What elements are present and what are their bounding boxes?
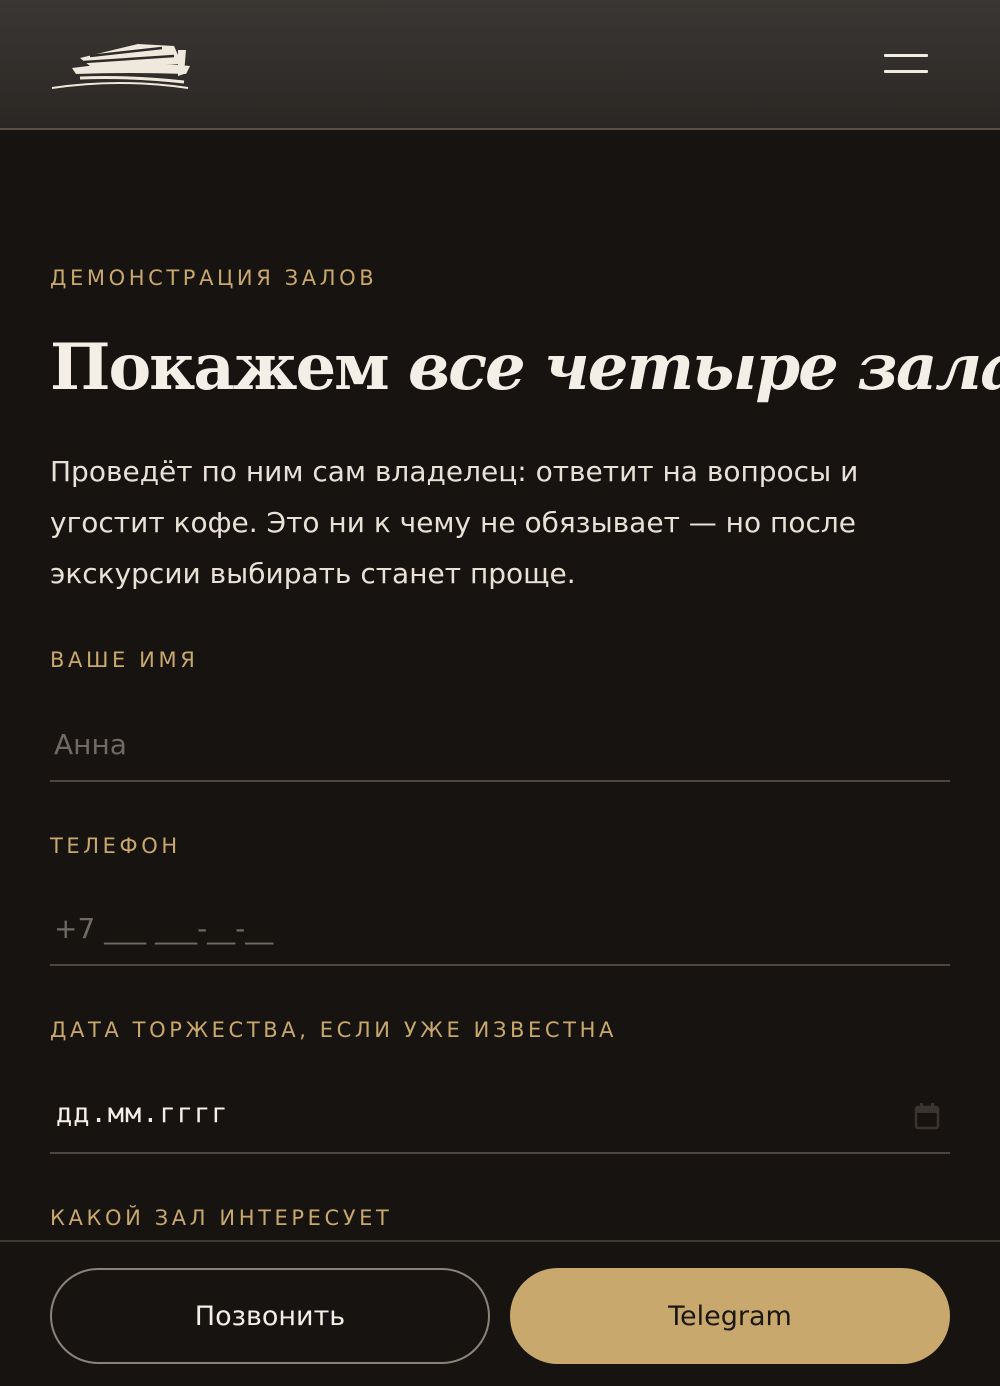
calendar-icon[interactable] (914, 1102, 940, 1130)
phone-label: ТЕЛЕФОН (50, 834, 181, 858)
call-button-label: Позвонить (194, 1300, 346, 1332)
title-italic: все четыре зала (408, 330, 1000, 405)
telegram-button-label: Telegram (668, 1300, 792, 1332)
menu-line (884, 70, 928, 73)
name-input[interactable] (54, 720, 894, 768)
page: ДЕМОНСТРАЦИЯ ЗАЛОВ Покажем все четыре за… (0, 0, 1000, 1386)
section-lead: Проведёт по ним сам владелец: ответит на… (50, 455, 859, 590)
hamburger-menu-icon[interactable] (878, 48, 934, 82)
title-plain: Покажем (50, 330, 409, 405)
date-field[interactable]: дд.мм.гггг (50, 1084, 950, 1154)
logo[interactable] (50, 36, 192, 94)
phone-field (50, 896, 950, 966)
section-title: Покажем все четыре зала (50, 326, 1000, 410)
name-label: ВАШЕ ИМЯ (50, 648, 199, 672)
hall-label: КАКОЙ ЗАЛ ИНТЕРЕСУЕТ (50, 1206, 393, 1230)
site-header (0, 0, 1000, 130)
bottom-action-bar: Позвонить Telegram (0, 1240, 1000, 1386)
date-label: ДАТА ТОРЖЕСТВА, ЕСЛИ УЖЕ ИЗВЕСТНА (50, 1018, 617, 1042)
phone-input[interactable] (54, 904, 894, 952)
date-input-value[interactable]: дд.мм.гггг (56, 1098, 229, 1129)
name-field (50, 712, 950, 782)
menu-line (884, 54, 928, 57)
telegram-button[interactable]: Telegram (510, 1268, 950, 1364)
section-eyebrow: ДЕМОНСТРАЦИЯ ЗАЛОВ (50, 266, 378, 290)
call-button[interactable]: Позвонить (50, 1268, 490, 1364)
ark-boat-logo-icon (51, 44, 190, 89)
